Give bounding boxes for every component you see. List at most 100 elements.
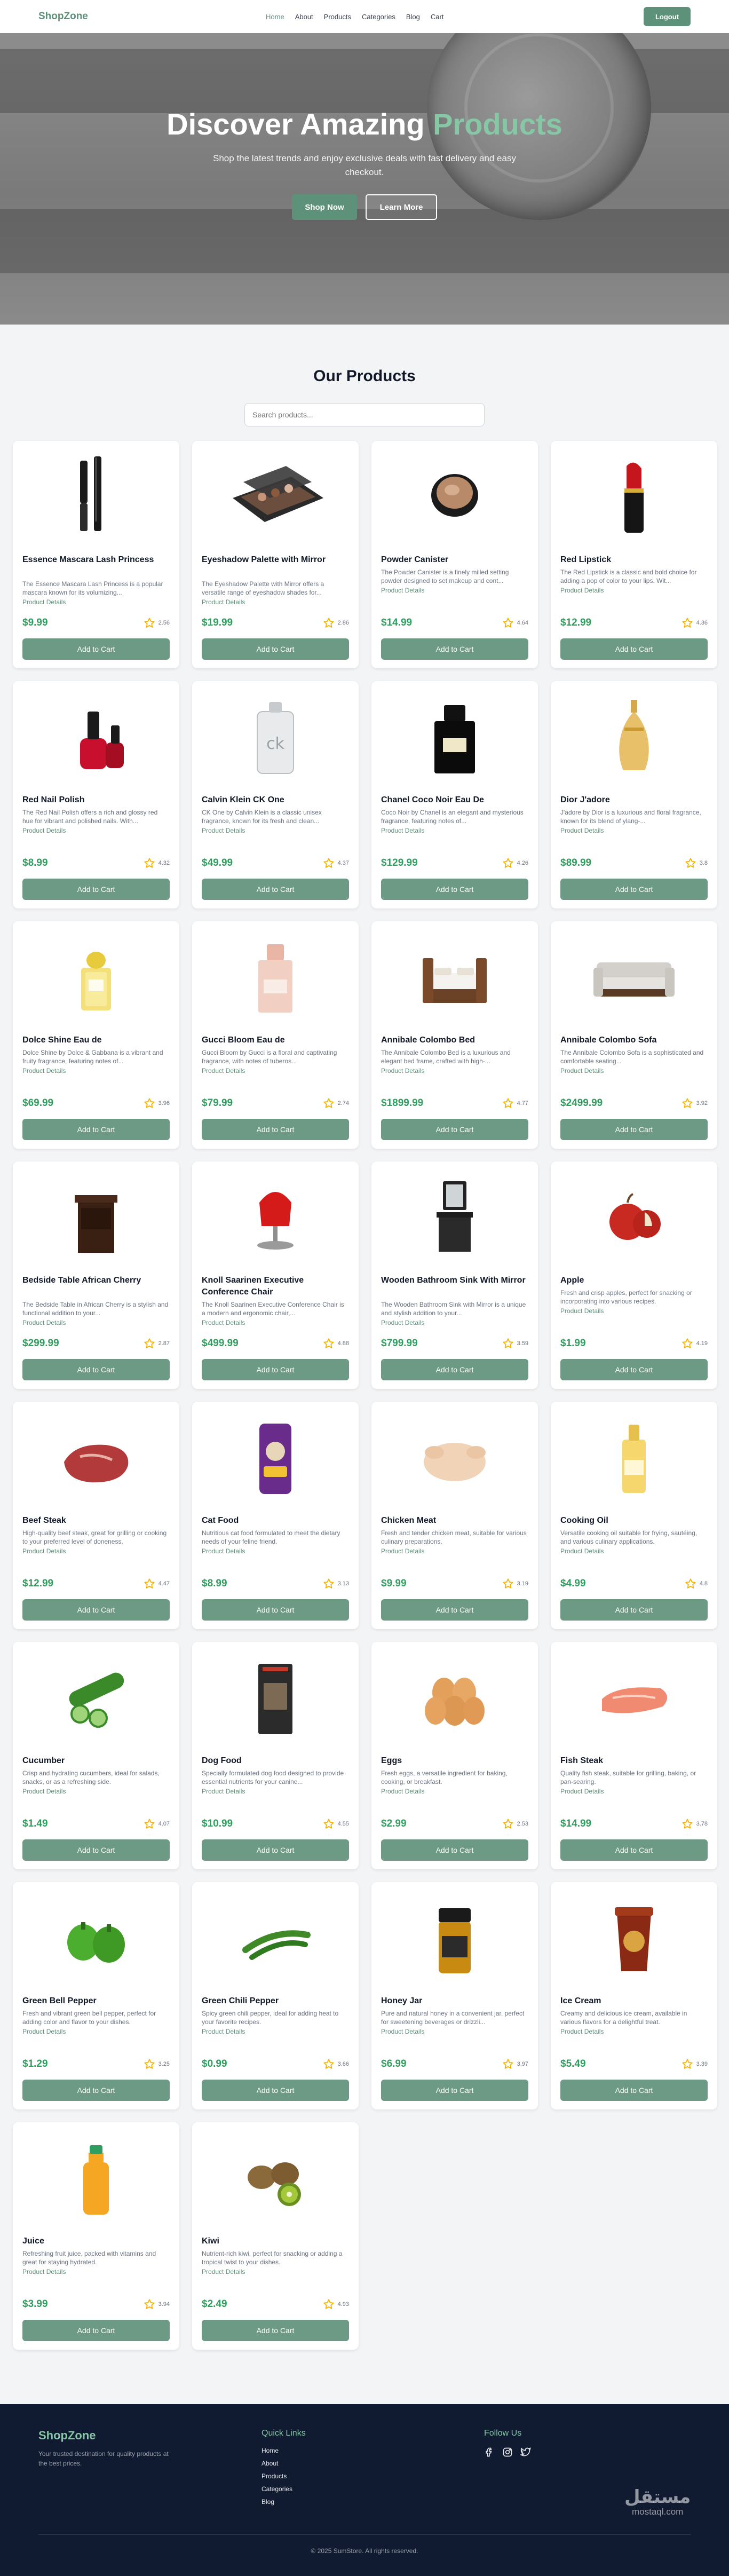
product-name[interactable]: Honey Jar [381,1995,528,2007]
product-image[interactable] [199,1648,352,1750]
product-card[interactable]: Chanel Coco Noir Eau De Coco Noir by Chan… [371,681,538,908]
add-to-cart-button[interactable]: Add to Cart [381,879,528,900]
product-details-link[interactable]: Product Details [22,1788,66,1795]
product-details-link[interactable]: Product Details [381,1788,424,1795]
add-to-cart-button[interactable]: Add to Cart [560,2080,708,2101]
product-image[interactable]: ck [199,688,352,789]
add-to-cart-button[interactable]: Add to Cart [22,2320,170,2341]
nav-link-cart[interactable]: Cart [431,13,444,21]
footer-link-categories[interactable]: Categories [262,2485,292,2493]
nav-link-about[interactable]: About [295,13,313,21]
add-to-cart-button[interactable]: Add to Cart [202,638,349,660]
product-name[interactable]: Chanel Coco Noir Eau De [381,794,528,806]
product-image[interactable] [557,447,711,549]
product-details-link[interactable]: Product Details [202,1319,245,1326]
learn-more-button[interactable]: Learn More [366,194,437,220]
product-name[interactable]: Wooden Bathroom Sink With Mirror [381,1275,528,1286]
product-card[interactable]: Gucci Bloom Eau de Gucci Bloom by Gucci i… [192,921,359,1149]
product-image[interactable] [378,1168,532,1269]
product-image[interactable] [378,1888,532,1990]
product-name[interactable]: Knoll Saarinen Executive Conference Chai… [202,1275,349,1298]
nav-link-products[interactable]: Products [324,13,351,21]
product-name[interactable]: Bedside Table African Cherry [22,1275,170,1286]
instagram-icon[interactable] [502,2447,513,2458]
product-image[interactable] [378,688,532,789]
product-details-link[interactable]: Product Details [560,827,604,834]
product-image[interactable] [378,447,532,549]
product-details-link[interactable]: Product Details [381,587,424,594]
add-to-cart-button[interactable]: Add to Cart [202,1599,349,1621]
product-name[interactable]: Ice Cream [560,1995,708,2007]
add-to-cart-button[interactable]: Add to Cart [202,2080,349,2101]
product-image[interactable] [557,1408,711,1510]
add-to-cart-button[interactable]: Add to Cart [22,638,170,660]
product-name[interactable]: Calvin Klein CK One [202,794,349,806]
product-details-link[interactable]: Product Details [560,2028,604,2035]
add-to-cart-button[interactable]: Add to Cart [202,1359,349,1380]
product-name[interactable]: Green Chili Pepper [202,1995,349,2007]
shop-now-button[interactable]: Shop Now [292,194,357,220]
add-to-cart-button[interactable]: Add to Cart [202,879,349,900]
product-card[interactable]: ck Calvin Klein CK One CK One by Calvin Kl… [192,681,359,908]
product-image[interactable] [19,2129,173,2230]
product-name[interactable]: Red Lipstick [560,554,708,566]
footer-link-about[interactable]: About [262,2460,292,2467]
product-details-link[interactable]: Product Details [22,2268,66,2275]
product-name[interactable]: Apple [560,1275,708,1286]
product-details-link[interactable]: Product Details [381,1319,424,1326]
footer-link-blog[interactable]: Blog [262,2498,292,2506]
product-name[interactable]: Cooking Oil [560,1515,708,1527]
product-details-link[interactable]: Product Details [202,598,245,606]
product-card[interactable]: Green Chili Pepper Spicy green chili pepp… [192,1882,359,2109]
product-name[interactable]: Gucci Bloom Eau de [202,1034,349,1046]
product-image[interactable] [557,1648,711,1750]
product-details-link[interactable]: Product Details [560,1067,604,1074]
product-card[interactable]: Eggs Fresh eggs, a versatile ingredient f… [371,1642,538,1869]
product-image[interactable] [557,1168,711,1269]
logout-button[interactable]: Logout [644,7,691,26]
add-to-cart-button[interactable]: Add to Cart [560,1839,708,1861]
product-card[interactable]: Annibale Colombo Bed The Annibale Colombo… [371,921,538,1149]
search-input[interactable] [244,403,485,426]
product-details-link[interactable]: Product Details [560,587,604,594]
product-image[interactable] [19,447,173,549]
product-details-link[interactable]: Product Details [381,1547,424,1555]
product-image[interactable] [557,928,711,1029]
product-details-link[interactable]: Product Details [202,1788,245,1795]
add-to-cart-button[interactable]: Add to Cart [22,1839,170,1861]
product-image[interactable] [199,1888,352,1990]
product-image[interactable] [19,928,173,1029]
add-to-cart-button[interactable]: Add to Cart [381,1359,528,1380]
logo[interactable]: ShopZone [38,11,88,22]
product-card[interactable]: Dog Food Specially formulated dog food de… [192,1642,359,1869]
add-to-cart-button[interactable]: Add to Cart [381,1839,528,1861]
nav-link-categories[interactable]: Categories [362,13,395,21]
product-details-link[interactable]: Product Details [560,1307,604,1315]
product-details-link[interactable]: Product Details [381,1067,424,1074]
product-name[interactable]: Annibale Colombo Bed [381,1034,528,1046]
product-details-link[interactable]: Product Details [202,2028,245,2035]
product-card[interactable]: Chicken Meat Fresh and tender chicken mea… [371,1402,538,1629]
product-card[interactable]: Honey Jar Pure and natural honey in a con… [371,1882,538,2109]
add-to-cart-button[interactable]: Add to Cart [381,1119,528,1140]
add-to-cart-button[interactable]: Add to Cart [202,2320,349,2341]
product-image[interactable] [378,928,532,1029]
product-details-link[interactable]: Product Details [560,1788,604,1795]
product-image[interactable] [557,688,711,789]
product-name[interactable]: Essence Mascara Lash Princess [22,554,170,566]
add-to-cart-button[interactable]: Add to Cart [381,638,528,660]
product-image[interactable] [19,1168,173,1269]
product-card[interactable]: Juice Refreshing fruit juice, packed with… [13,2122,179,2350]
product-name[interactable]: Eggs [381,1755,528,1767]
product-card[interactable]: Cucumber Crisp and hydrating cucumbers, i… [13,1642,179,1869]
product-image[interactable] [378,1408,532,1510]
twitter-icon[interactable] [520,2447,531,2458]
product-image[interactable] [557,1888,711,1990]
product-image[interactable] [199,2129,352,2230]
product-card[interactable]: Dior J'adore J'adore by Dior is a luxurio… [551,681,717,908]
product-card[interactable]: Bedside Table African Cherry The Bedside … [13,1161,179,1389]
product-card[interactable]: Kiwi Nutrient-rich kiwi, perfect for snac… [192,2122,359,2350]
product-name[interactable]: Fish Steak [560,1755,708,1767]
product-name[interactable]: Powder Canister [381,554,528,566]
product-name[interactable]: Juice [22,2235,170,2247]
